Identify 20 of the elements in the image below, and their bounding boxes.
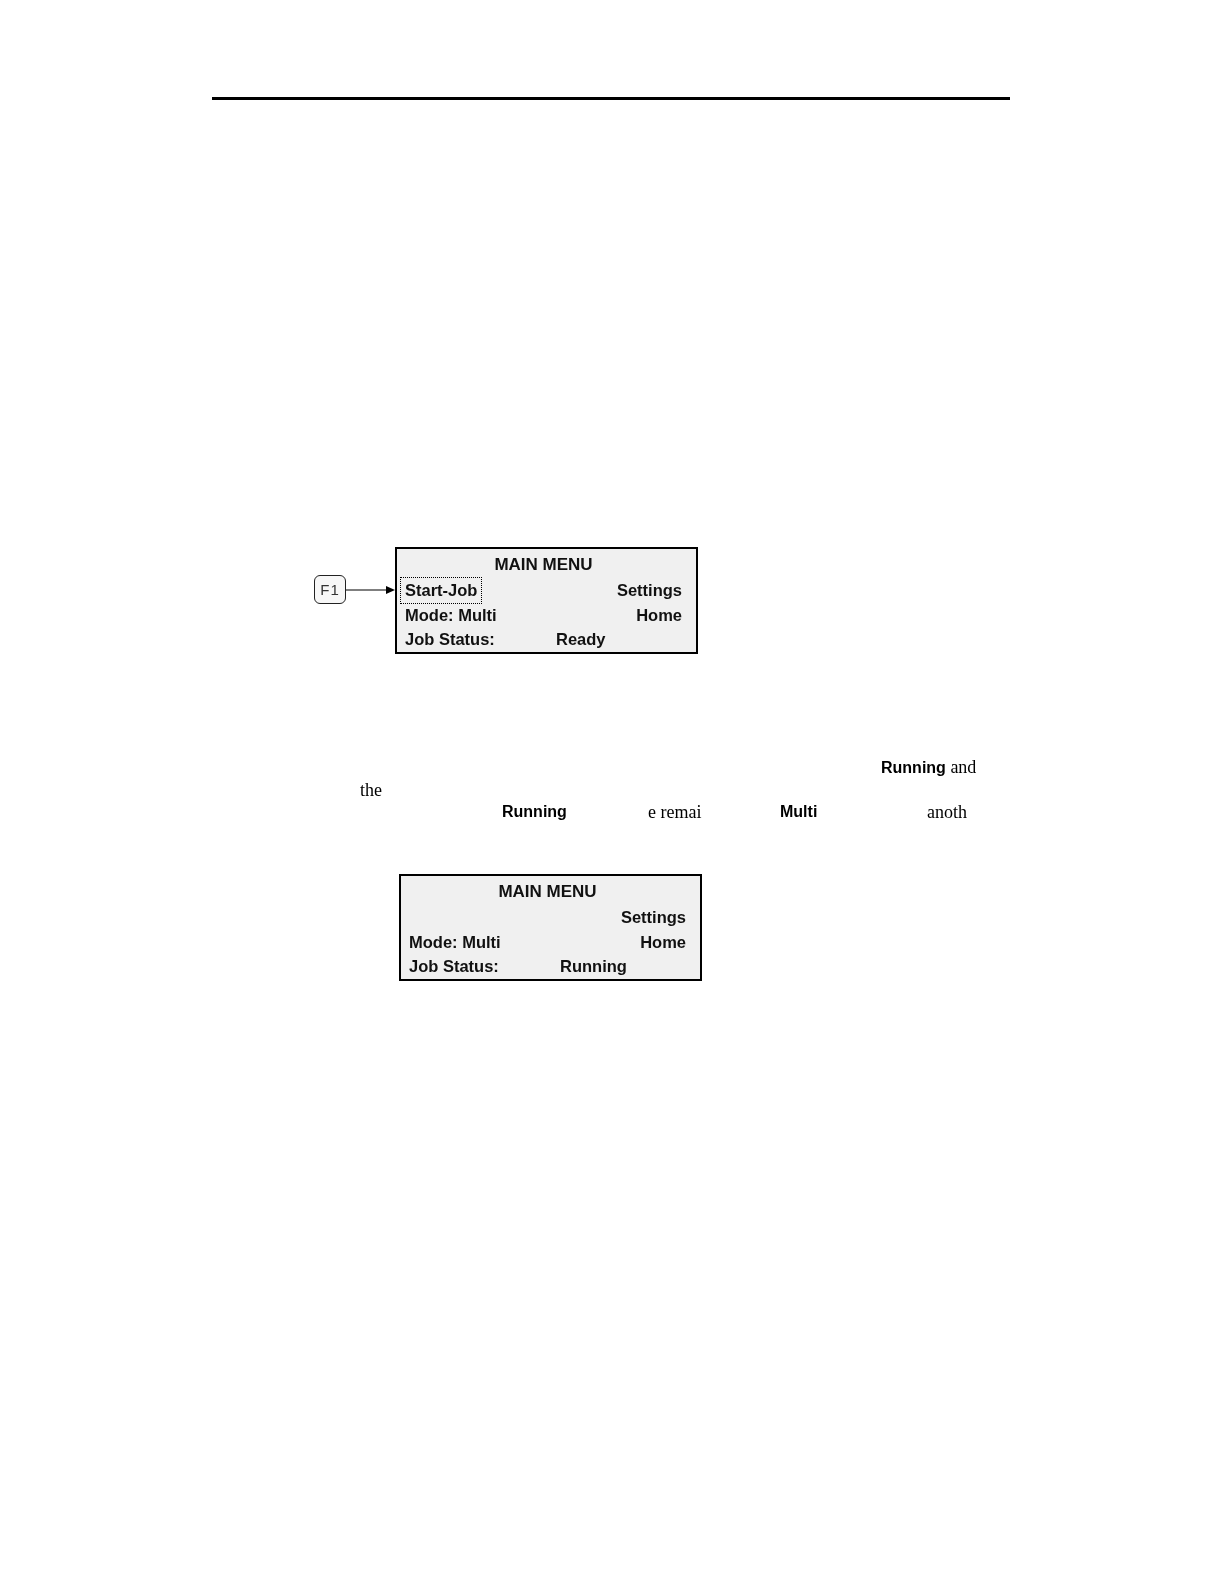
status-value: Ready (556, 629, 606, 649)
text-fragment: Running (502, 802, 567, 823)
menu-item[interactable]: Settings (616, 580, 682, 600)
mode-label: Mode: Multi (405, 605, 497, 625)
menu-item[interactable]: Home (636, 605, 682, 625)
screen-title: MAIN MENU (498, 881, 597, 902)
menu-item[interactable]: Home (640, 931, 686, 952)
text-fragment: anoth (927, 801, 967, 824)
text-fragment: Running and (881, 756, 977, 779)
text-fragment: the (360, 778, 382, 801)
status-label: Job Status: (405, 629, 495, 649)
text-fragment: e remai (648, 801, 702, 824)
screen-title: MAIN MENU (494, 555, 593, 575)
mode-label: Mode: Multi (409, 931, 501, 952)
menu-item[interactable]: Start-Job (400, 576, 483, 604)
text-fragment: Multi (780, 802, 818, 823)
status-value: Running (560, 955, 627, 976)
status-label: Job Status: (409, 955, 499, 976)
function-key[interactable]: F1 (314, 575, 346, 604)
menu-item[interactable]: Settings (620, 906, 686, 927)
